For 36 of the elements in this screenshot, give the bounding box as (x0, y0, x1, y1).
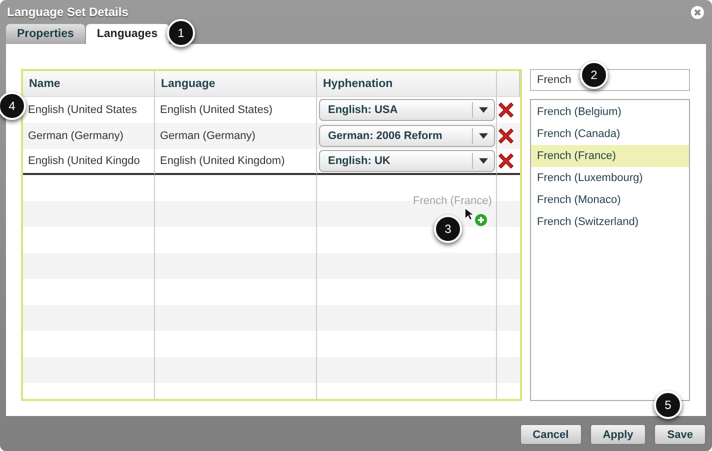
add-icon (475, 214, 487, 226)
close-icon[interactable] (691, 6, 704, 18)
hyphenation-dropdown[interactable]: German: 2006 Reform (319, 125, 495, 147)
delete-icon[interactable] (497, 127, 515, 145)
drag-preview-label: French (France) (413, 195, 492, 207)
column-header: Hyphenation (317, 71, 497, 97)
empty-table-cell (497, 305, 520, 331)
cancel-button[interactable]: Cancel (520, 424, 582, 445)
table-cell: German (Germany) (155, 123, 317, 149)
cursor-icon (464, 207, 474, 221)
column-header: Name (23, 71, 155, 97)
table-cell: English (United Kingdom) (155, 149, 317, 175)
callout-badge: 4 (0, 92, 26, 120)
window-title: Language Set Details (7, 5, 128, 19)
column-header: Language (155, 71, 317, 97)
save-button[interactable]: Save (654, 424, 706, 445)
list-item[interactable]: French (France) (531, 145, 689, 167)
hyphenation-dropdown[interactable]: English: UK (319, 150, 495, 172)
hyphenation-dropdown[interactable]: English: USA (319, 99, 495, 121)
list-item[interactable]: French (Belgium) (531, 101, 689, 123)
table-cell: English (United Kingdo (23, 149, 155, 175)
column-header (497, 71, 520, 97)
delete-icon[interactable] (497, 101, 515, 119)
table-cell: German (Germany) (23, 123, 155, 149)
list-item[interactable]: French (Switzerland) (531, 211, 689, 233)
list-item[interactable]: French (Luxembourg) (531, 167, 689, 189)
empty-table-cell (497, 253, 520, 279)
empty-table-cell (497, 357, 520, 383)
tab[interactable]: Languages (86, 24, 169, 44)
delete-icon[interactable] (497, 152, 515, 170)
list-item[interactable]: French (Canada) (531, 123, 689, 145)
apply-button[interactable]: Apply (590, 424, 646, 445)
list-item[interactable]: French (Monaco) (531, 189, 689, 211)
empty-table-cell (497, 201, 520, 227)
callout-badge: 1 (167, 19, 195, 47)
tab[interactable]: Properties (6, 24, 85, 44)
